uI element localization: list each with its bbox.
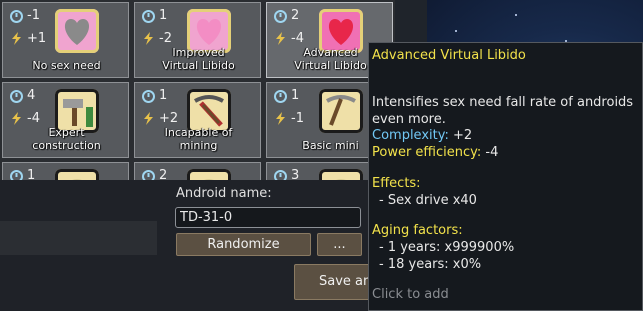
- lightning-icon: [276, 112, 285, 125]
- android-name-input[interactable]: [175, 207, 361, 228]
- gene-tile[interactable]: 1 -2 Improved Virtual Libido: [134, 2, 261, 78]
- gene-label: Virtual Libido: [162, 59, 235, 72]
- complexity-icon: [142, 10, 155, 23]
- complexity-value: 4: [27, 88, 36, 103]
- complexity-icon: [10, 10, 23, 23]
- randomize-button[interactable]: Randomize: [176, 233, 311, 256]
- tooltip-title: Advanced Virtual Libido: [372, 48, 526, 63]
- tooltip-description-line: Intensifies sex need fall rate of androi…: [372, 95, 634, 110]
- power-value: -1: [291, 111, 304, 126]
- star: [515, 14, 517, 16]
- tooltip-complexity: Complexity: +2: [372, 127, 472, 144]
- tooltip-power: Power efficiency: -4: [372, 144, 498, 161]
- complexity-value: -1: [27, 8, 40, 23]
- gene-label: No sex need: [32, 59, 101, 72]
- tooltip-description-line: even more.: [372, 112, 446, 127]
- complexity-icon: [274, 90, 287, 103]
- gene-label: construction: [32, 139, 101, 152]
- power-value: +1: [27, 31, 47, 46]
- grey-heart-icon: [55, 9, 99, 53]
- lightning-icon: [144, 112, 153, 125]
- complexity-icon: [274, 10, 287, 23]
- complexity-icon: [142, 90, 155, 103]
- gene-label: mining: [179, 139, 218, 152]
- aging-item: - 18 years: x0%: [379, 257, 482, 272]
- lightning-icon: [144, 32, 153, 45]
- effects-heading: Effects:: [372, 176, 421, 191]
- gene-label: Incapable of: [164, 126, 233, 139]
- star: [455, 30, 457, 32]
- complexity-label: Complexity:: [372, 128, 449, 143]
- complexity-value: +2: [448, 128, 473, 143]
- power-value: -2: [159, 31, 172, 46]
- complexity-value: 2: [291, 8, 300, 23]
- gene-label: Improved: [172, 46, 225, 59]
- dark-strip: [0, 221, 157, 255]
- lightning-icon: [276, 32, 285, 45]
- gene-tile[interactable]: 4 -4 Expert construction: [2, 82, 129, 158]
- aging-heading: Aging factors:: [372, 223, 463, 238]
- complexity-icon: [10, 90, 23, 103]
- effect-item: - Sex drive x40: [379, 193, 477, 208]
- lightning-icon: [12, 32, 21, 45]
- lightning-icon: [12, 112, 21, 125]
- power-value: -4: [291, 31, 304, 46]
- gene-label: Expert: [48, 126, 85, 139]
- pickaxe-icon: [319, 89, 363, 133]
- gene-tile[interactable]: -1 +1 No sex need: [2, 2, 129, 78]
- aging-item: - 1 years: x999900%: [379, 240, 515, 255]
- gene-grid: -1 +1 No sex need 1 -2 Improved Virtual Libido…: [0, 0, 395, 238]
- power-label: Power efficiency:: [372, 145, 482, 160]
- complexity-value: 1: [291, 88, 300, 103]
- complexity-value: 1: [159, 88, 168, 103]
- android-name-label: Android name:: [176, 186, 272, 201]
- more-options-button[interactable]: ...: [317, 233, 362, 256]
- click-to-add-hint: Click to add: [372, 287, 449, 302]
- power-value: +2: [159, 111, 179, 126]
- power-value: -4: [27, 111, 40, 126]
- gene-tooltip: Advanced Virtual Libido Intensifies sex …: [368, 42, 643, 311]
- gene-tile[interactable]: 1 +2 Incapable of mining: [134, 82, 261, 158]
- complexity-value: 1: [159, 8, 168, 23]
- power-value: -4: [481, 145, 499, 160]
